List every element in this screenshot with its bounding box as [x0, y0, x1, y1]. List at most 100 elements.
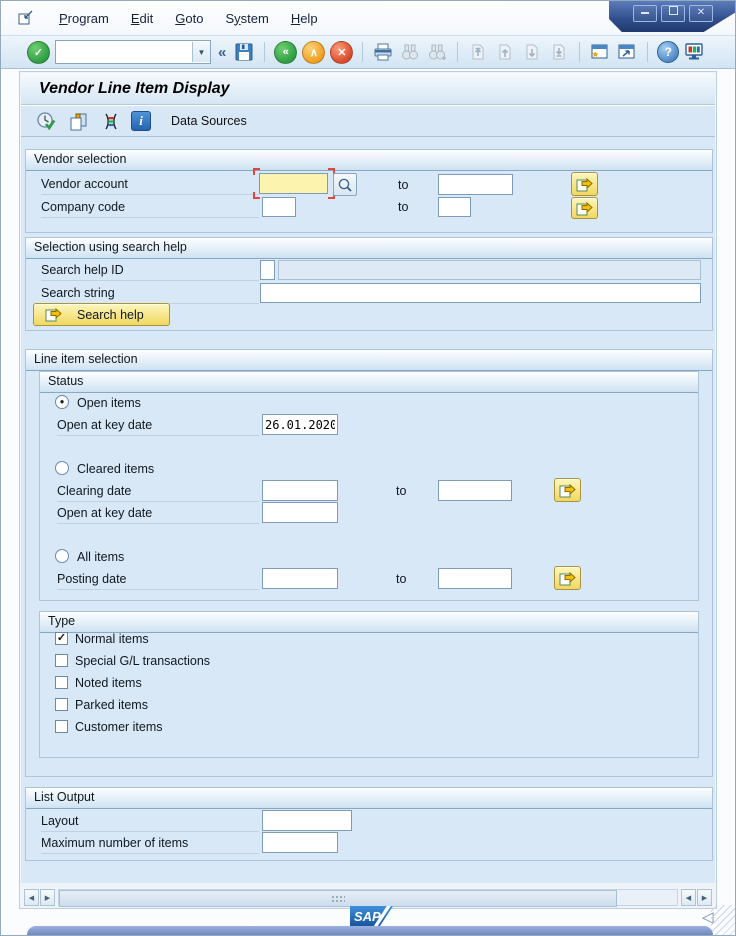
command-field[interactable] [56, 42, 192, 62]
cancel-button[interactable]: ✕ [330, 41, 353, 64]
back-button[interactable]: « [274, 41, 297, 64]
group-title: Type [40, 612, 698, 633]
close-button[interactable]: ✕ [689, 5, 713, 22]
enter-button[interactable]: ✓ [27, 41, 50, 64]
toolbar-separator [264, 42, 265, 62]
posting-date-label: Posting date [57, 572, 259, 590]
execute-button[interactable] [35, 110, 57, 132]
menu-edit[interactable]: Edit [131, 11, 153, 26]
noted-items-checkbox[interactable] [55, 676, 68, 689]
to-label: to [396, 484, 406, 498]
posting-date-to-input[interactable] [438, 568, 512, 589]
exit-button[interactable]: ∧ [302, 41, 325, 64]
layout-label: Layout [41, 814, 259, 832]
vendor-account-search-help-button[interactable] [333, 173, 357, 196]
scroll-left-button-right[interactable]: ◀ [681, 889, 696, 906]
find-next-button[interactable] [426, 41, 448, 63]
save-button[interactable] [233, 41, 255, 63]
scroll-left-button[interactable]: ◀ [24, 889, 39, 906]
open-at-key-date-input[interactable] [262, 414, 338, 435]
open-items-radio[interactable]: ● [55, 395, 69, 409]
customer-items-checkbox[interactable] [55, 720, 68, 733]
scroll-right-button-right[interactable]: ▶ [697, 889, 712, 906]
last-page-button[interactable] [548, 41, 570, 63]
to-label: to [398, 200, 408, 214]
company-code-from-input[interactable] [262, 197, 296, 217]
save-icon [234, 42, 254, 62]
cleared-items-label: Cleared items [77, 462, 154, 476]
menu-system[interactable]: System [225, 11, 268, 26]
menu-help[interactable]: Help [291, 11, 318, 26]
search-string-input[interactable] [260, 283, 701, 303]
dynamic-selections-button[interactable] [99, 110, 121, 132]
interactive-report-icon[interactable] [15, 7, 37, 29]
vendor-account-from-input[interactable] [259, 173, 328, 194]
group-title: Line item selection [26, 350, 712, 371]
resize-grip[interactable] [711, 905, 736, 936]
first-page-button[interactable] [467, 41, 489, 63]
first-page-icon [469, 42, 487, 62]
vendor-account-to-input[interactable] [438, 174, 513, 195]
arrow-right-icon: ▶ [702, 894, 707, 902]
cleared-open-at-key-date-input[interactable] [262, 502, 338, 523]
scroll-right-button[interactable]: ▶ [40, 889, 55, 906]
posting-date-from-input[interactable] [262, 568, 338, 589]
print-button[interactable] [372, 41, 394, 63]
maximize-button[interactable] [661, 5, 685, 22]
parked-items-checkbox[interactable] [55, 698, 68, 711]
get-variant-button[interactable] [67, 110, 89, 132]
special-gl-transactions-checkbox[interactable] [55, 654, 68, 667]
search-help-button[interactable]: Search help [33, 303, 170, 326]
collapse-toolbar-icon[interactable]: « [218, 44, 226, 61]
minimize-button[interactable] [633, 5, 657, 22]
group-title: Selection using search help [26, 238, 712, 259]
status-bar [27, 926, 713, 936]
customize-layout-button[interactable] [684, 41, 706, 63]
normal-items-label: Normal items [75, 632, 149, 646]
scrollbar-grip [331, 895, 345, 903]
create-shortcut-button[interactable] [616, 41, 638, 63]
menu-program[interactable]: Program [59, 11, 109, 26]
data-sources-button[interactable]: Data Sources [171, 114, 247, 128]
cleared-items-radio[interactable] [55, 461, 69, 475]
vendor-account-multiple-selection-button[interactable] [571, 172, 598, 196]
exit-icon: ∧ [310, 46, 318, 59]
horizontal-scrollbar-track[interactable] [58, 889, 678, 906]
vendor-account-label: Vendor account [41, 177, 259, 195]
company-code-to-input[interactable] [438, 197, 471, 217]
clearing-date-multiple-selection-button[interactable] [554, 478, 581, 502]
cleared-open-at-key-date-label: Open at key date [57, 506, 259, 524]
company-code-multiple-selection-button[interactable] [571, 197, 598, 219]
clearing-date-from-input[interactable] [262, 480, 338, 501]
help-icon: ? [665, 45, 672, 59]
search-help-button-label: Search help [77, 308, 144, 322]
horizontal-scrollbar-thumb[interactable] [59, 890, 617, 907]
search-help-id-input[interactable] [260, 260, 275, 280]
info-button[interactable]: i [131, 111, 151, 131]
clearing-date-to-input[interactable] [438, 480, 512, 501]
posting-date-multiple-selection-button[interactable] [554, 566, 581, 590]
next-page-button[interactable] [521, 41, 543, 63]
new-session-button[interactable] [589, 41, 611, 63]
close-icon: ✕ [697, 7, 705, 18]
previous-page-button[interactable] [494, 41, 516, 63]
normal-items-checkbox[interactable]: ✓ [55, 632, 68, 645]
all-items-radio[interactable] [55, 549, 69, 563]
execute-icon [36, 111, 57, 132]
magnifier-icon [337, 177, 353, 193]
customer-items-label: Customer items [75, 720, 163, 734]
to-label: to [398, 178, 408, 192]
maximum-number-of-items-input[interactable] [262, 832, 338, 853]
page-title: Vendor Line Item Display [21, 80, 230, 98]
group-title: List Output [26, 788, 712, 809]
layout-input[interactable] [262, 810, 352, 831]
help-button[interactable]: ? [657, 41, 679, 63]
command-dropdown-button[interactable]: ▼ [192, 42, 210, 62]
toolbar-separator [579, 42, 580, 62]
shortcut-icon [616, 42, 638, 62]
menu-goto[interactable]: Goto [175, 11, 203, 26]
maximum-number-of-items-label: Maximum number of items [41, 836, 259, 854]
open-items-label: Open items [77, 396, 141, 410]
find-button[interactable] [399, 41, 421, 63]
maximize-icon [669, 6, 678, 15]
